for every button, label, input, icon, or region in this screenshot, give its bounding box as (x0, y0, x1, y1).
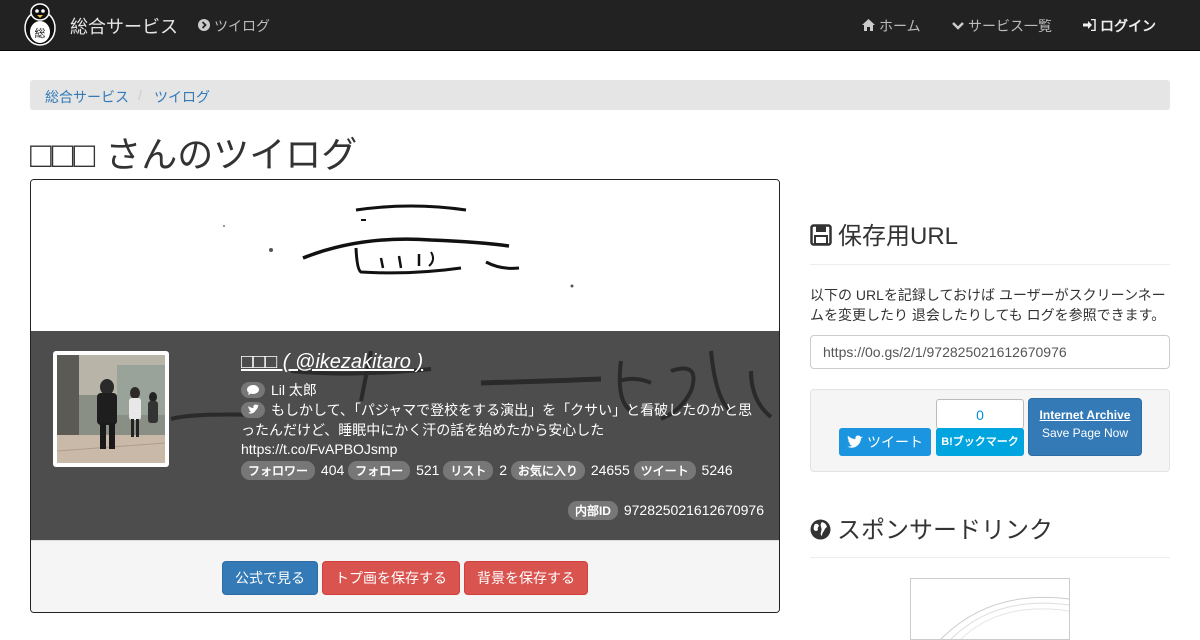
profile-info-panel: □□□ ( @ikezakitaro ) Lil 太郎 もしかして、「パジャマで… (31, 331, 779, 540)
sponsor-heading: スポンサードリンク (810, 510, 1053, 547)
sponsor-heading-text: スポンサードリンク (837, 517, 1053, 544)
divider (810, 264, 1170, 265)
nav-twilog-label: ツイログ (214, 18, 270, 34)
save-background-button[interactable]: 背景を保存する (464, 561, 588, 595)
breadcrumb-separator: / (138, 87, 142, 103)
sign-in-icon (1083, 18, 1096, 34)
tweet-button-label: ツイート (867, 434, 923, 450)
internal-id-value: 972825021612670976 (623, 502, 764, 518)
twitter-bird-icon (847, 430, 863, 458)
svg-text:総: 総 (35, 26, 46, 40)
profile-display-name-link[interactable]: □□□ ( @ikezakitaro ) (241, 351, 423, 374)
stat-following-label: フォロー (348, 461, 411, 480)
breadcrumb-item-home[interactable]: 総合サービス (45, 87, 129, 107)
nav-twilog-link[interactable]: ツイログ (198, 16, 270, 36)
profile-actions: 公式で見る トプ画を保存する 背景を保存する (31, 540, 779, 612)
profile-bio: もしかして、「パジャマで登校をする演出」を「クサい」と看破したのかと思ったんだけ… (241, 402, 753, 438)
save-url-description: 以下の URLを記録しておけば ユーザーがスクリーンネームを変更したり 退会した… (810, 287, 1166, 323)
ia-title: Internet Archive (1039, 408, 1131, 422)
floppy-disk-icon (810, 224, 832, 253)
breadcrumb: 総合サービス / ツイログ (30, 80, 1170, 110)
home-icon (862, 18, 875, 34)
stat-following-value: 521 (416, 462, 440, 478)
nav-services-link[interactable]: サービス一覧 (952, 16, 1052, 36)
profile-url-link[interactable]: https://t.co/FvAPBOJsmp (241, 441, 397, 457)
ia-subtitle: Save Page Now (1041, 426, 1129, 440)
speech-bubble-icon (241, 382, 265, 398)
internet-archive-button[interactable]: Internet Archive Save Page Now (1028, 398, 1142, 456)
navbar: 総 総合サービス ツイログ ホーム サービス一覧 ログイン (0, 0, 1200, 51)
chevron-circle-right-icon (198, 18, 210, 34)
stat-tweets-value: 5246 (701, 462, 733, 478)
internal-id-label: 内部ID (567, 501, 618, 520)
profile-location: Lil 太郎 (271, 382, 317, 398)
hatena-bookmark-count: 0 (936, 399, 1024, 429)
tweet-button[interactable]: ツイート (839, 428, 931, 456)
twitter-bird-icon (241, 402, 265, 418)
stat-favorites-label: お気に入り (510, 461, 585, 480)
breadcrumb-item-twilog[interactable]: ツイログ (154, 87, 210, 107)
save-url-heading-text: 保存用URL (838, 223, 959, 250)
profile-stats: フォロワー 404 フォロー 521 リスト 2 お気に入り 24655 ツイー… (241, 461, 733, 480)
nav-services-label: サービス一覧 (968, 18, 1052, 34)
stat-followers-value: 404 (320, 462, 345, 478)
profile-location-row: Lil 太郎 (241, 380, 317, 400)
globe-icon (810, 519, 831, 547)
profile-avatar[interactable] (53, 351, 169, 467)
view-official-button[interactable]: 公式で見る (222, 561, 318, 595)
nav-home-link[interactable]: ホーム (862, 16, 921, 36)
divider (810, 557, 1170, 558)
nav-login-link[interactable]: ログイン (1083, 16, 1156, 36)
nav-login-label: ログイン (1100, 18, 1156, 34)
stat-followers-label: フォロワー (241, 461, 316, 480)
internal-id-row: 内部ID 972825021612670976 (567, 501, 764, 520)
share-well: ツイート 0 B!ブックマーク Internet Archive Save Pa… (810, 389, 1170, 472)
brand-logo-icon[interactable]: 総 (18, 2, 62, 46)
stat-lists-label: リスト (443, 461, 494, 480)
stat-tweets-label: ツイート (633, 461, 696, 480)
profile-card: □□□ ( @ikezakitaro ) Lil 太郎 もしかして、「パジャマで… (30, 179, 780, 613)
sponsored-ad-image[interactable] (910, 578, 1070, 640)
page-title: □□□ さんのツイログ (30, 134, 358, 175)
chevron-down-icon (952, 18, 964, 34)
stat-favorites-value: 24655 (590, 462, 630, 478)
hatena-bookmark-button[interactable]: B!ブックマーク (936, 428, 1024, 456)
profile-banner-image (31, 180, 779, 331)
brand-title[interactable]: 総合サービス (70, 13, 178, 39)
stat-lists-value: 2 (499, 462, 508, 478)
save-top-image-button[interactable]: トプ画を保存する (322, 561, 460, 595)
save-url-input[interactable] (810, 335, 1170, 369)
nav-home-label: ホーム (879, 18, 921, 34)
profile-bio-row: もしかして、「パジャマで登校をする演出」を「クサい」と看破したのかと思ったんだけ… (241, 400, 766, 440)
save-url-heading: 保存用URL (810, 216, 958, 253)
